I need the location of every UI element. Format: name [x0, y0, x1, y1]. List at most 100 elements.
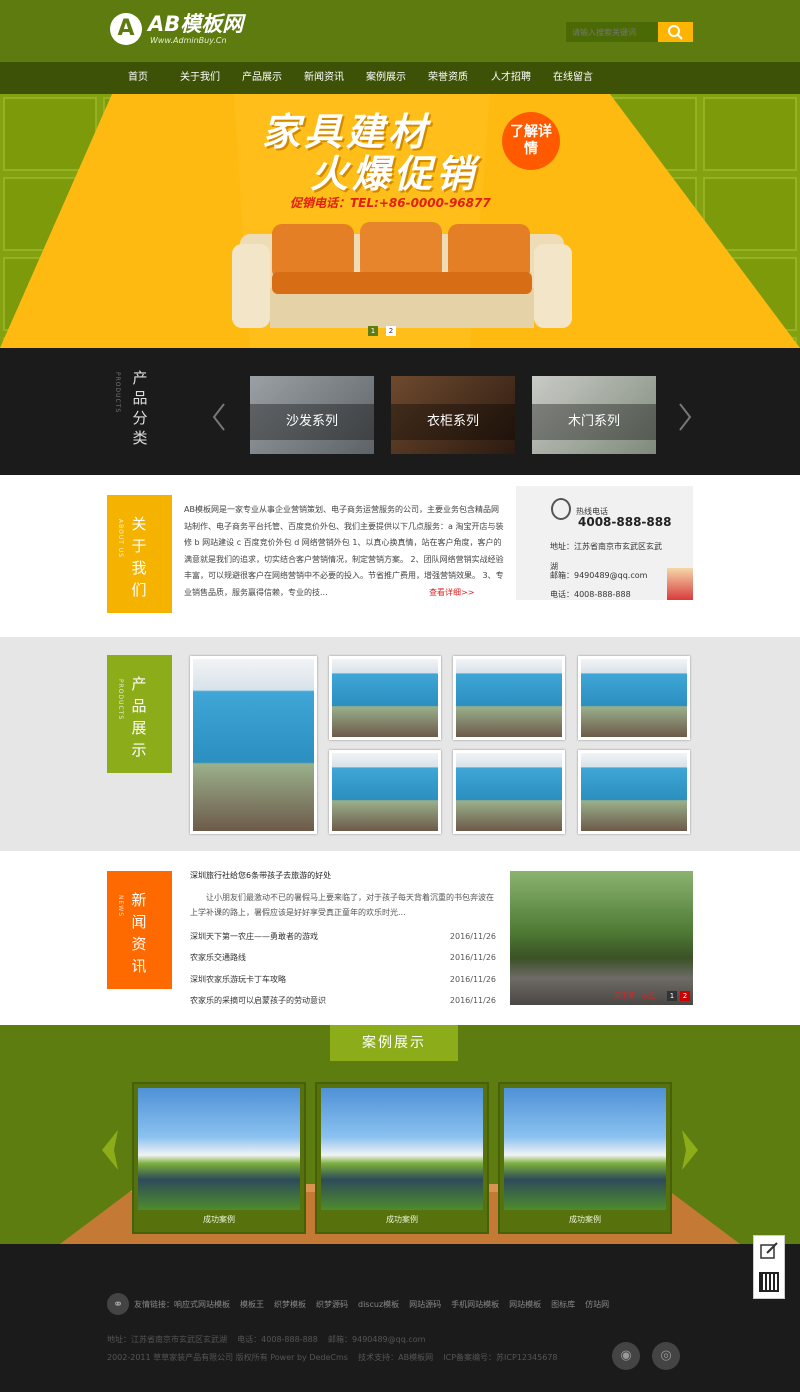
news-item-title: 深圳天下第一农庄——勇敢者的游戏: [190, 932, 318, 941]
product-image[interactable]: [578, 656, 690, 740]
friend-link[interactable]: 图标库: [551, 1299, 575, 1311]
friend-link[interactable]: 手机网站模板: [451, 1299, 499, 1311]
friend-link[interactable]: 织梦源码: [316, 1299, 348, 1311]
case-card[interactable]: 成功案例: [315, 1082, 489, 1234]
qrcode-icon[interactable]: [759, 1272, 779, 1292]
nav-products[interactable]: 产品展示: [239, 62, 285, 94]
case-card[interactable]: 成功案例: [498, 1082, 672, 1234]
about-label-box: 关于我们 ABOUT US: [107, 495, 172, 613]
category-label-sofa: 沙发系列: [250, 404, 374, 440]
nav-message[interactable]: 在线留言: [550, 62, 596, 94]
product-image[interactable]: [329, 750, 441, 834]
case-image: [138, 1088, 300, 1210]
categories-title: 产品分类: [132, 369, 148, 447]
search-button[interactable]: [658, 22, 693, 42]
friend-links: 友情链接：响应式网站模板 模板王 织梦模板 织梦源码 discuz模板 网站源码 手机网站模…: [134, 1299, 654, 1311]
banner-title-line1: 家具建材: [262, 110, 431, 154]
nav-about[interactable]: 关于我们: [177, 62, 223, 94]
search-input[interactable]: [566, 22, 658, 42]
about-title: 关于我们: [131, 515, 147, 599]
category-card-wardrobe[interactable]: 衣柜系列: [391, 376, 515, 454]
news-label-box: 新闻资讯 NEWS: [107, 871, 172, 989]
products-subtitle: PRODUCTS: [117, 679, 124, 721]
friend-link[interactable]: 网站源码: [409, 1299, 441, 1311]
link-icon: ⚭: [107, 1293, 129, 1315]
footer-address: 地址：江苏省南京市玄武区玄武湖 电话：4008-888-888 邮箱：94904…: [107, 1335, 426, 1344]
nav-honors[interactable]: 荣誉资质: [425, 62, 471, 94]
news-list-item[interactable]: 农家乐交通路线 2016/11/26: [190, 948, 496, 968]
news-item-date: 2016/11/26: [449, 996, 496, 1005]
news-photo[interactable]: 天下第一农庄 1 2: [510, 871, 693, 1005]
cases-next-arrow-icon[interactable]: [680, 1130, 700, 1170]
friend-link[interactable]: 织梦模板: [274, 1299, 306, 1311]
case-image: [504, 1088, 666, 1210]
banner-dot-1[interactable]: 1: [368, 326, 378, 336]
categories-subtitle: PRODUCTS: [114, 372, 121, 414]
categories-prev-arrow-icon[interactable]: [210, 402, 228, 432]
feedback-icon[interactable]: [759, 1241, 779, 1261]
cases-title: 案例展示: [330, 1025, 458, 1061]
banner-dot-2[interactable]: 2: [386, 326, 396, 336]
banner[interactable]: 家具建材 火爆促销 了解详情 促销电话：TEL:+86-0000-96877 1…: [0, 94, 800, 348]
category-card-door[interactable]: 木门系列: [532, 376, 656, 454]
friend-link[interactable]: 仿站网: [585, 1299, 609, 1311]
friend-link[interactable]: discuz模板: [358, 1299, 399, 1311]
logo-icon[interactable]: A: [110, 13, 142, 45]
product-image[interactable]: [329, 656, 441, 740]
news-list-item[interactable]: 深圳天下第一农庄——勇敢者的游戏 2016/11/26: [190, 927, 496, 947]
news-photo-page-2[interactable]: 2: [680, 991, 690, 1001]
weibo-icon[interactable]: ◉: [612, 1342, 640, 1370]
cases-prev-arrow-icon[interactable]: [100, 1130, 120, 1170]
case-caption: 成功案例: [203, 1215, 235, 1224]
friend-links-label: 友情链接：: [134, 1300, 174, 1309]
product-image-large[interactable]: [190, 656, 317, 834]
about-subtitle: ABOUT US: [117, 519, 124, 559]
about-more-link[interactable]: 查看详细>>: [429, 585, 474, 601]
categories-next-arrow-icon[interactable]: [676, 402, 694, 432]
logo-url: Www.AdminBuy.Cn: [150, 36, 227, 45]
case-caption: 成功案例: [386, 1215, 418, 1224]
contact-email: 邮箱：9490489@qq.com: [550, 571, 648, 580]
news-item-title: 深圳农家乐游玩卡丁车攻略: [190, 975, 286, 984]
news-item-title: 农家乐交通路线: [190, 953, 246, 962]
news-item-title: 农家乐的采摘可以启蒙孩子的劳动意识: [190, 996, 326, 1005]
category-label-wardrobe: 衣柜系列: [391, 404, 515, 440]
case-image: [321, 1088, 483, 1210]
news-list-item[interactable]: 深圳农家乐游玩卡丁车攻略 2016/11/26: [190, 970, 496, 990]
friend-link[interactable]: 网站模板: [509, 1299, 541, 1311]
case-card[interactable]: 成功案例: [132, 1082, 306, 1234]
qq-icon[interactable]: ◎: [652, 1342, 680, 1370]
product-image[interactable]: [453, 750, 565, 834]
nav-home[interactable]: 首页: [117, 62, 159, 94]
category-card-sofa[interactable]: 沙发系列: [250, 376, 374, 454]
nav-cases[interactable]: 案例展示: [363, 62, 409, 94]
nav-news[interactable]: 新闻资讯: [301, 62, 347, 94]
friend-link[interactable]: 模板王: [240, 1299, 264, 1311]
news-subtitle: NEWS: [117, 895, 124, 918]
logo-text[interactable]: AB模板网: [148, 12, 243, 36]
contact-person-image: [667, 568, 693, 600]
products-label-box: 产品展示 PRODUCTS: [107, 655, 172, 773]
search-icon: [668, 25, 683, 40]
contact-phone: 电话：4008-888-888: [550, 590, 631, 599]
news-title: 新闻资讯: [131, 891, 147, 975]
product-image[interactable]: [453, 656, 565, 740]
category-label-door: 木门系列: [532, 404, 656, 440]
banner-title-line2: 火爆促销: [310, 152, 479, 196]
news-headline-link[interactable]: 深圳旅行社给您6条带孩子去旅游的好处: [190, 869, 331, 883]
friend-link[interactable]: 响应式网站模板: [174, 1299, 230, 1311]
products-title: 产品展示: [131, 675, 147, 759]
product-image[interactable]: [578, 750, 690, 834]
news-photo-page-1[interactable]: 1: [667, 991, 677, 1001]
news-item-date: 2016/11/26: [449, 932, 496, 941]
banner-phone: 促销电话：TEL:+86-0000-96877: [290, 196, 491, 210]
banner-badge-button[interactable]: 了解详情: [502, 112, 560, 170]
sofa-image: [232, 222, 572, 328]
news-item-date: 2016/11/26: [449, 975, 496, 984]
nav-jobs[interactable]: 人才招聘: [488, 62, 534, 94]
case-caption: 成功案例: [569, 1215, 601, 1224]
news-list-item[interactable]: 农家乐的采摘可以启蒙孩子的劳动意识 2016/11/26: [190, 991, 496, 1011]
footer: [0, 1244, 800, 1392]
phone-icon: [551, 498, 571, 520]
news-summary: 让小朋友们最激动不已的暑假马上要来临了，对于孩子每天背着沉重的书包奔波在上学补课…: [190, 893, 494, 917]
